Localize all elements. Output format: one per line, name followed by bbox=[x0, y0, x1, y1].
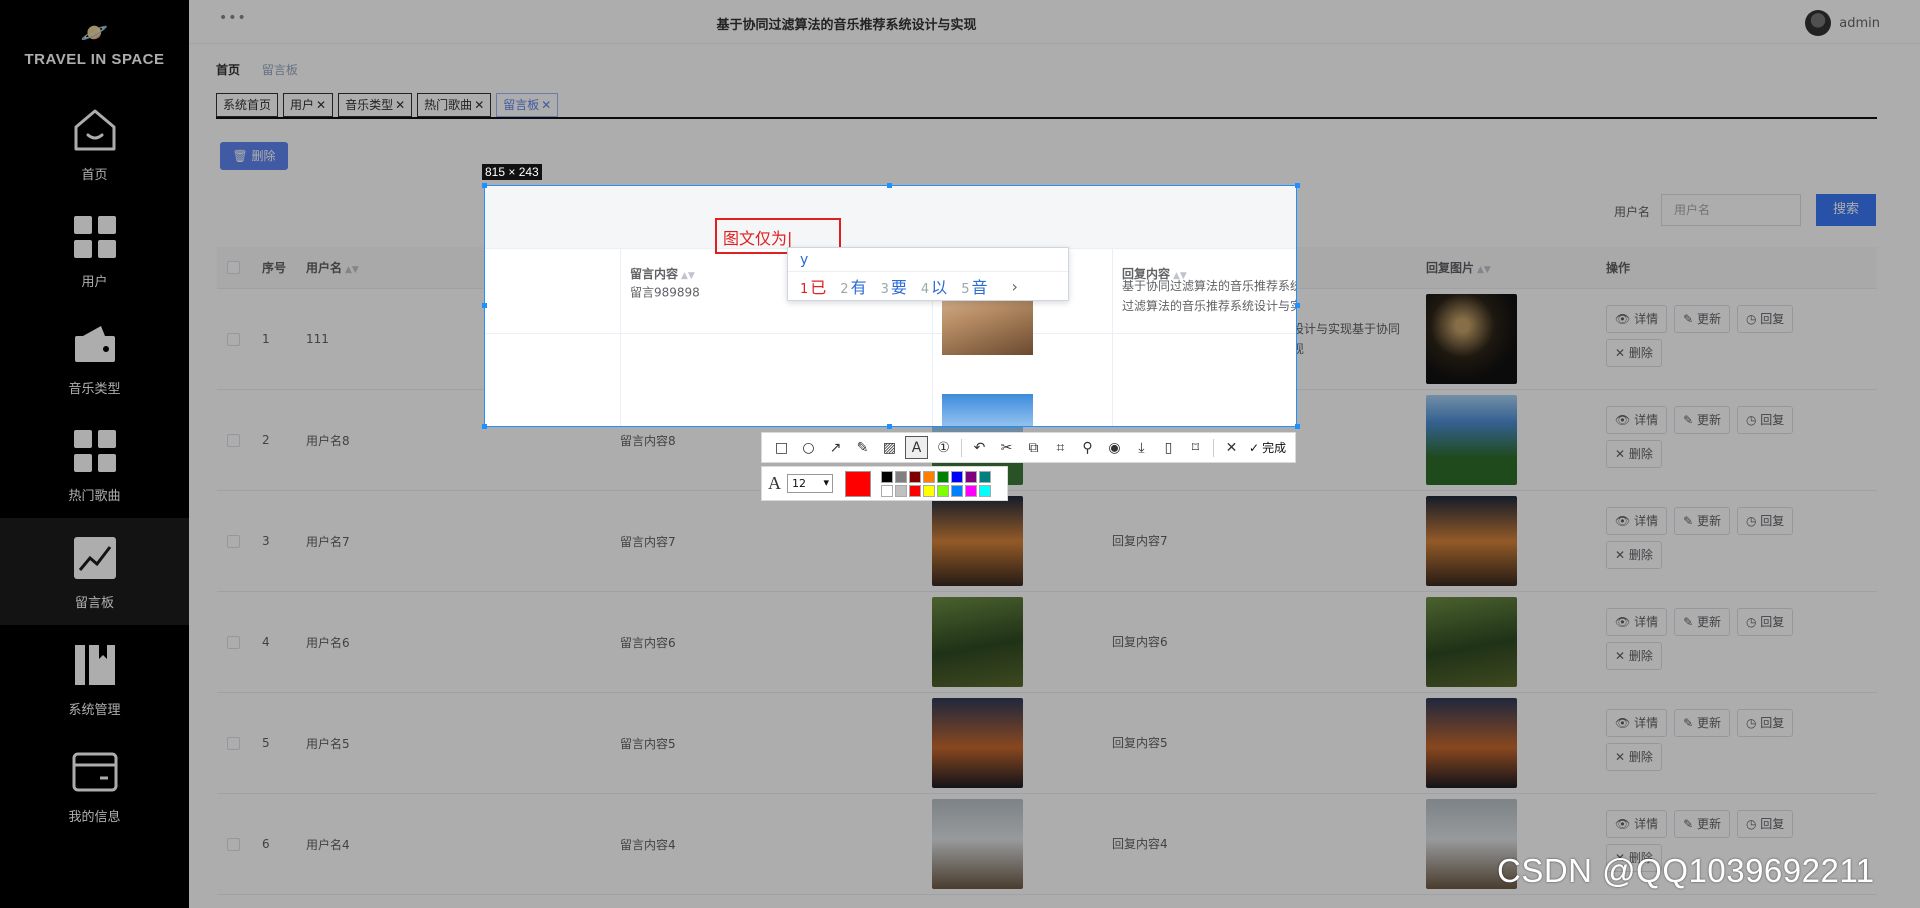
ime-candidate-text: 有 bbox=[850, 278, 867, 297]
pin-icon[interactable]: ⚲ bbox=[1076, 436, 1099, 459]
ime-candidates: 1 已 2 有 3 要 4 以 5 音 › bbox=[788, 272, 1068, 300]
color-swatch[interactable] bbox=[951, 484, 963, 497]
font-icon: A bbox=[768, 473, 781, 493]
bookmark-icon[interactable]: ⌑ bbox=[1184, 436, 1207, 459]
number-marker-icon[interactable]: ① bbox=[932, 436, 955, 459]
rectangle-tool-icon[interactable]: □ bbox=[770, 436, 793, 459]
resize-handle[interactable] bbox=[1295, 303, 1300, 308]
color-swatch[interactable] bbox=[979, 470, 991, 483]
color-swatch[interactable] bbox=[937, 484, 949, 497]
color-swatch[interactable] bbox=[923, 484, 935, 497]
toolbar-separator bbox=[1213, 438, 1214, 457]
ime-candidate-number: 5 bbox=[961, 282, 970, 297]
check-icon: ✓ bbox=[1249, 440, 1260, 455]
ime-candidate-number: 1 bbox=[800, 282, 809, 297]
color-swatch[interactable] bbox=[965, 484, 977, 497]
scan-icon[interactable]: ⌗ bbox=[1049, 436, 1072, 459]
ime-candidate[interactable]: 1已 bbox=[800, 274, 826, 298]
resize-handle[interactable] bbox=[482, 183, 487, 188]
ime-candidate-number: 2 bbox=[840, 282, 849, 297]
text-style-bar: A 12 bbox=[761, 466, 1008, 501]
mosaic-tool-icon[interactable]: ▨ bbox=[878, 436, 901, 459]
record-icon[interactable]: ◉ bbox=[1103, 436, 1126, 459]
color-swatch[interactable] bbox=[895, 484, 907, 497]
header-message-capture: 留言内容 ▲▼ bbox=[630, 265, 695, 282]
close-icon[interactable]: ✕ bbox=[1220, 436, 1243, 459]
color-swatch[interactable] bbox=[895, 470, 907, 483]
capture-toolbar: □ ○ ↗ ✎ ▨ A ① ↶ ✂ ⧉ ⌗ ⚲ ◉ ⤓ ▯ ⌑ ✕ ✓ 完成 bbox=[761, 432, 1296, 463]
annotation-text: 图文仅为 bbox=[723, 229, 788, 248]
undo-icon[interactable]: ↶ bbox=[968, 436, 991, 459]
ime-candidate-text: 要 bbox=[890, 278, 907, 297]
color-swatch[interactable] bbox=[909, 470, 921, 483]
ime-candidate-text: 已 bbox=[810, 278, 827, 297]
resize-handle[interactable] bbox=[887, 424, 892, 429]
ime-candidate[interactable]: 3要 bbox=[881, 274, 907, 298]
ime-candidate[interactable]: 4以 bbox=[921, 274, 947, 298]
text-tool-icon[interactable]: A bbox=[905, 436, 928, 459]
color-swatch[interactable] bbox=[881, 470, 893, 483]
capture-selection[interactable]: 留言内容▲▼ 回复内容▲▼ 留言989898 基于协同过滤算法的音乐推荐系统设计… bbox=[484, 185, 1297, 427]
resize-handle[interactable] bbox=[482, 303, 487, 308]
resize-handle[interactable] bbox=[1295, 424, 1300, 429]
resize-handle[interactable] bbox=[1295, 183, 1300, 188]
color-palette bbox=[881, 470, 991, 497]
toolbar-separator bbox=[961, 438, 962, 457]
cut-icon[interactable]: ✂ bbox=[995, 436, 1018, 459]
watermark: CSDN @QQ1039692211 bbox=[1497, 852, 1875, 889]
header-label: 留言内容 bbox=[630, 267, 679, 281]
color-swatch[interactable] bbox=[909, 484, 921, 497]
font-size-select[interactable]: 12 bbox=[787, 474, 833, 493]
color-swatch[interactable] bbox=[923, 470, 935, 483]
ime-composition: y bbox=[788, 248, 1068, 272]
message-text-capture: 留言989898 bbox=[630, 285, 700, 300]
ime-candidate-window[interactable]: y 1 已 2 有 3 要 4 以 5 音 › bbox=[787, 247, 1069, 301]
arrow-tool-icon[interactable]: ↗ bbox=[824, 436, 847, 459]
color-swatch[interactable] bbox=[979, 484, 991, 497]
current-color-swatch[interactable] bbox=[845, 470, 871, 497]
sort-icon: ▲▼ bbox=[681, 271, 695, 281]
ime-candidate[interactable]: 5音 bbox=[961, 274, 987, 298]
ime-candidate-text: 以 bbox=[931, 278, 948, 297]
color-swatch[interactable] bbox=[937, 470, 949, 483]
ellipse-tool-icon[interactable]: ○ bbox=[797, 436, 820, 459]
ime-candidate-text: 音 bbox=[971, 278, 988, 297]
ime-candidate-number: 4 bbox=[920, 282, 930, 297]
finish-button[interactable]: ✓ 完成 bbox=[1249, 439, 1286, 456]
color-swatch[interactable] bbox=[881, 484, 893, 497]
ocr-icon[interactable]: ⧉ bbox=[1022, 436, 1045, 459]
ime-candidate[interactable]: 2有 bbox=[840, 274, 866, 298]
finish-label: 完成 bbox=[1262, 441, 1287, 455]
message-image-capture-2 bbox=[942, 394, 1033, 426]
resize-handle[interactable] bbox=[887, 183, 892, 188]
reply-text-capture: 基于协同过滤算法的音乐推荐系统设计与实现基于协同过滤算法的音乐推荐系统设计与实现 bbox=[1122, 279, 1297, 313]
resize-handle[interactable] bbox=[482, 424, 487, 429]
color-swatch[interactable] bbox=[965, 470, 977, 483]
color-swatch[interactable] bbox=[951, 470, 963, 483]
pen-tool-icon[interactable]: ✎ bbox=[851, 436, 874, 459]
phone-icon[interactable]: ▯ bbox=[1157, 436, 1180, 459]
next-page-icon[interactable]: › bbox=[1011, 277, 1017, 296]
capture-header-area bbox=[485, 186, 1296, 248]
download-icon[interactable]: ⤓ bbox=[1130, 436, 1153, 459]
selection-size-label: 815 × 243 bbox=[482, 164, 542, 180]
ime-candidate-number: 3 bbox=[880, 282, 889, 297]
